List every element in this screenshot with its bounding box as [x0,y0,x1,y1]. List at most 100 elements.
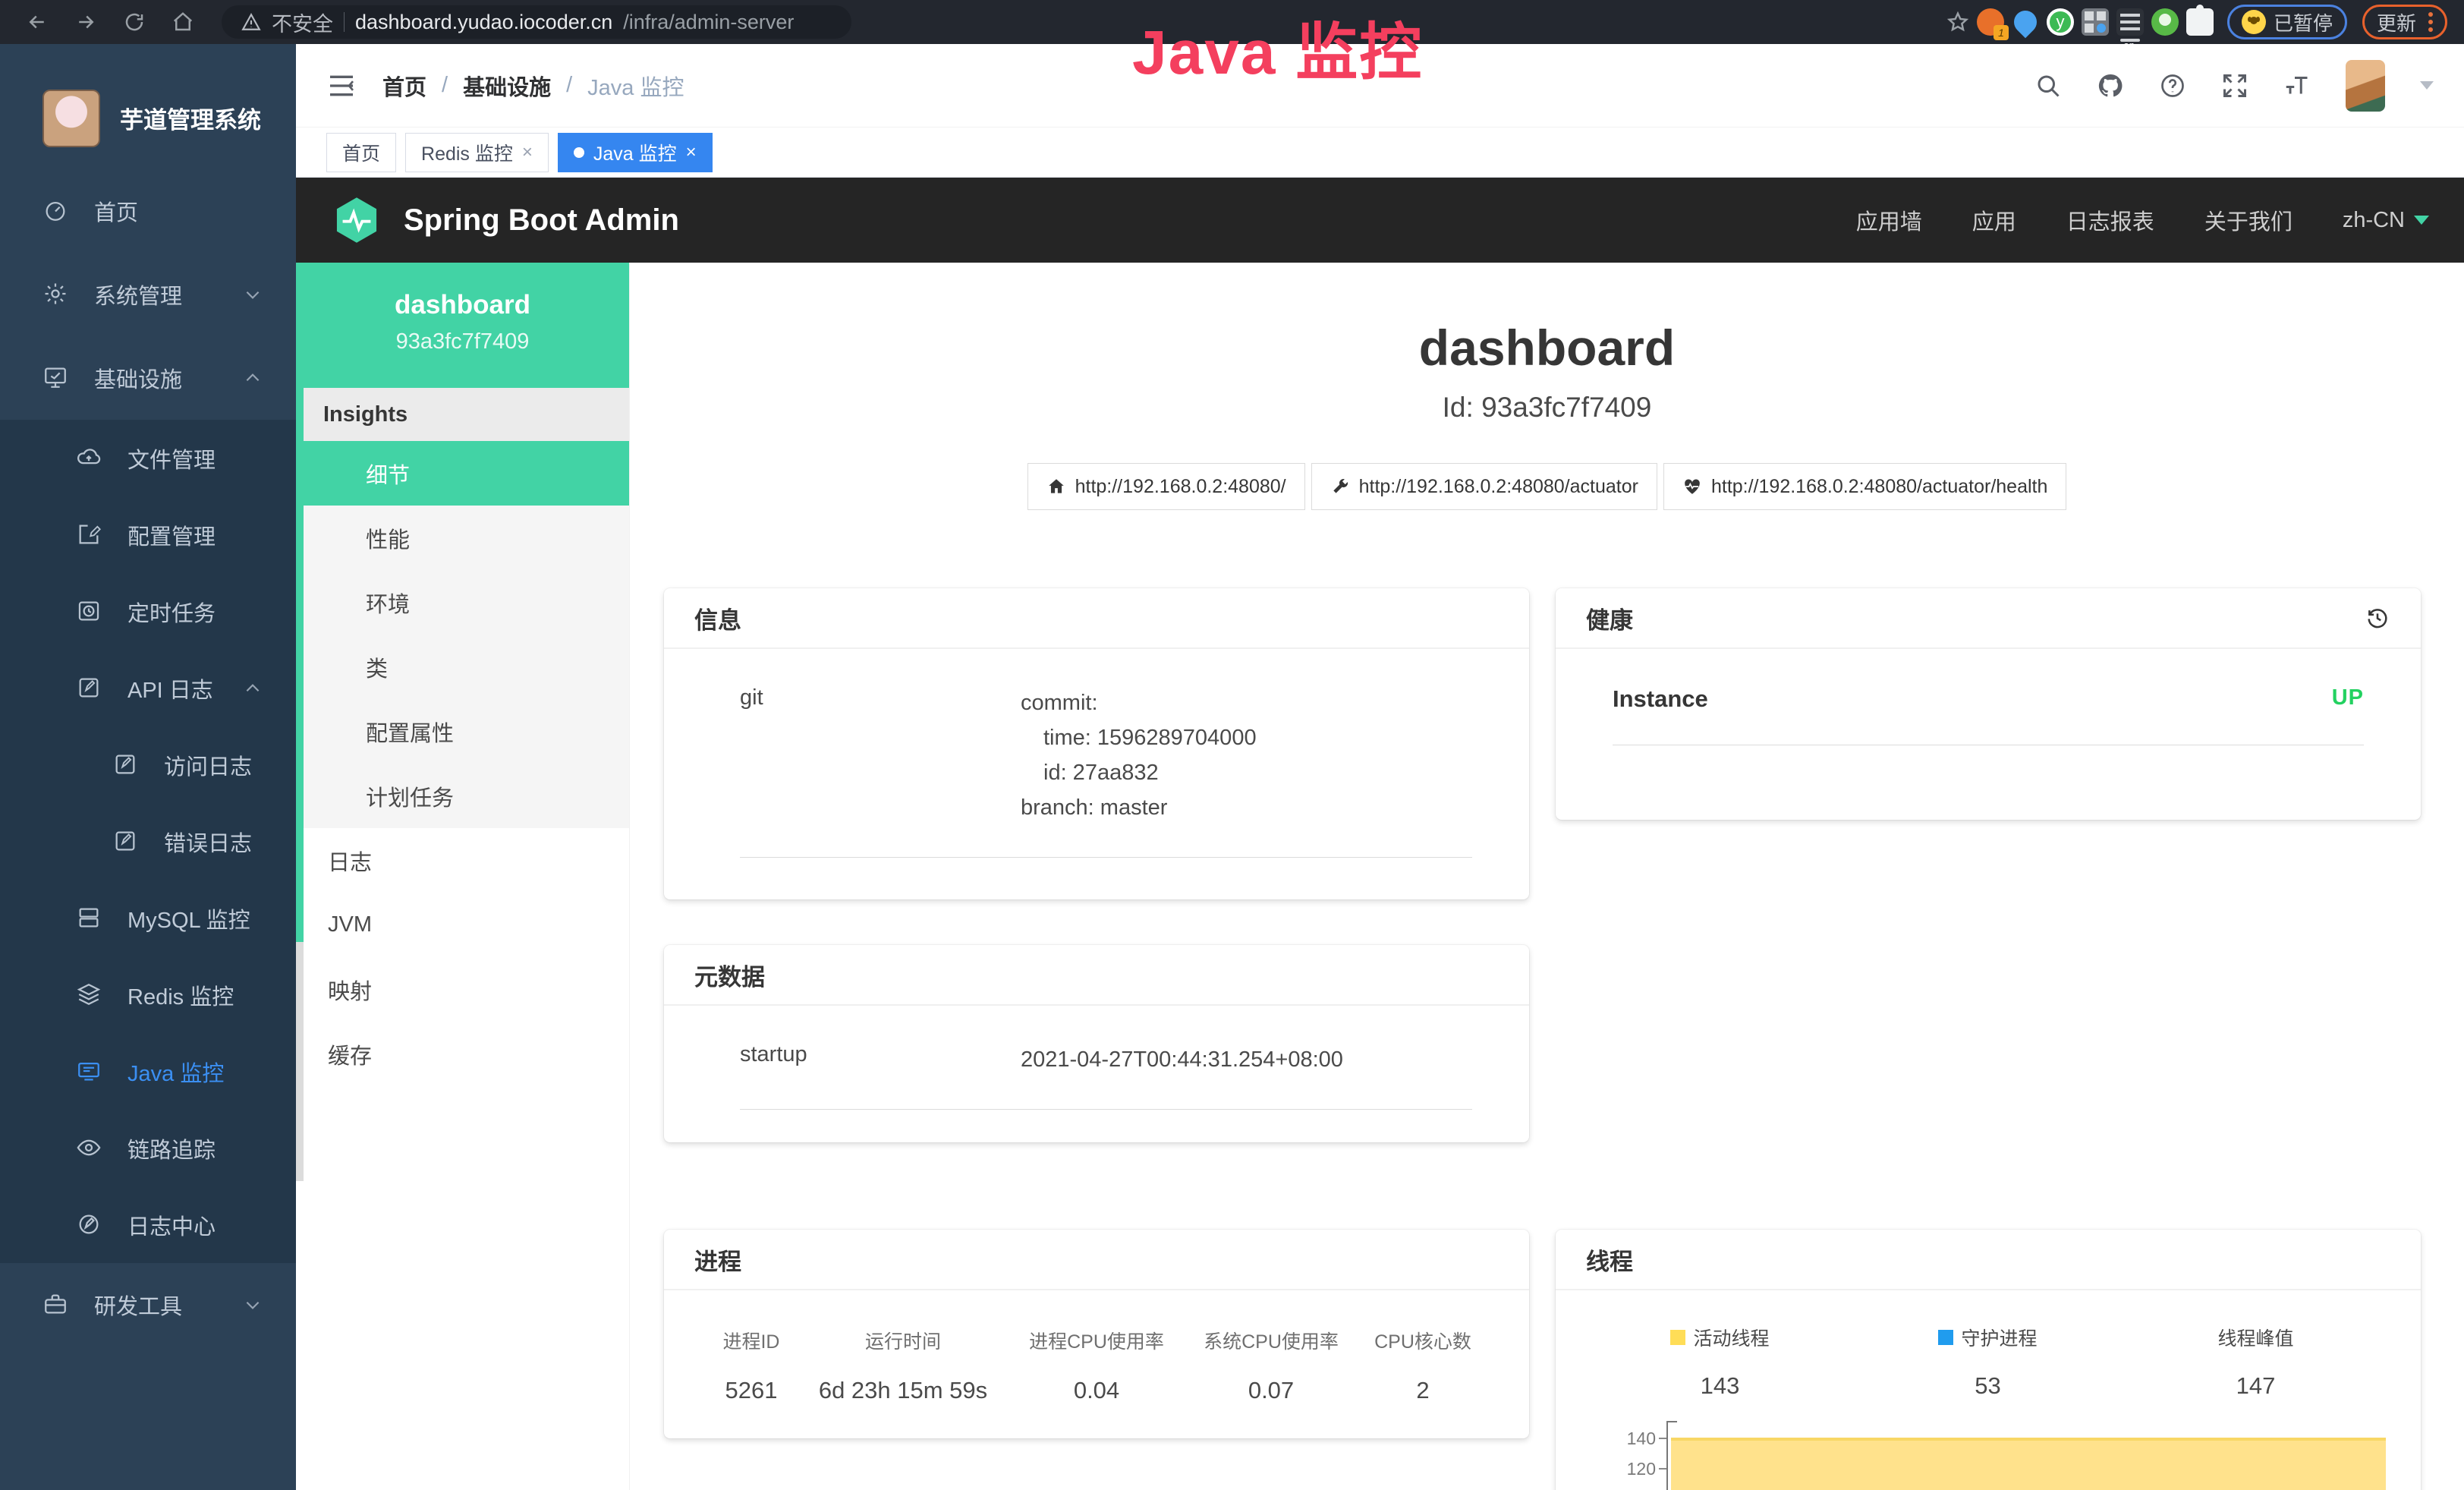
security-label[interactable]: 不安全 [272,8,333,37]
info-value: commit: time: 1596289704000 id: 27aa832 … [1021,685,1257,825]
close-icon[interactable]: × [522,142,533,163]
menu-indicator-strip [296,263,304,1490]
extension-icon-tampermonkey[interactable]: on [2116,8,2144,36]
process-card: 进程 进程ID 运行时间 进程CPU使用率 系统CPU使用率 CPU核心数 52… [664,1230,1529,1438]
instance-header[interactable]: dashboard 93a3fc7f7409 [296,263,629,388]
update-chip[interactable]: 更新 [2362,5,2447,39]
menu-item-config-props[interactable]: 配置属性 [296,699,629,764]
menu-item-caches[interactable]: 缓存 [296,1022,629,1086]
sba-nav-about[interactable]: 关于我们 [2204,204,2292,236]
menu-item-environment[interactable]: 环境 [296,570,629,635]
service-url: http://192.168.0.2:48080/ [1075,476,1286,498]
threads-values: 143 53 147 [1556,1351,2421,1400]
github-icon[interactable] [2097,72,2124,99]
paused-label: 已暂停 [2274,8,2333,36]
bookmark-star-icon[interactable] [1946,11,1969,33]
user-menu-caret-icon[interactable] [2420,81,2434,90]
divider [344,12,345,32]
extension-icon-green[interactable] [2151,8,2179,36]
browser-menu-icon[interactable] [2428,12,2433,32]
extensions-puzzle-icon[interactable] [2186,8,2214,36]
extension-icon-orange[interactable]: 1 [1977,8,2004,36]
menu-item-scheduled-tasks[interactable]: 计划任务 [296,764,629,828]
sidebar-collapse-icon[interactable] [326,71,357,101]
extension-icon-pin[interactable] [2012,8,2039,36]
sidebar-item-access-log[interactable]: 访问日志 [0,726,296,803]
sba-brand-title[interactable]: Spring Boot Admin [404,203,679,238]
close-icon[interactable]: × [686,142,697,163]
history-icon[interactable] [2365,605,2390,631]
sidebar-item-label: 文件管理 [127,443,216,474]
forward-icon[interactable] [65,5,106,39]
home-icon[interactable] [162,5,203,39]
reload-icon[interactable] [114,5,155,39]
threads-legend: 活动线程 守护进程 线程峰值 [1556,1290,2421,1351]
breadcrumb-home[interactable]: 首页 [382,70,426,102]
url-path[interactable]: /infra/admin-server [623,11,794,34]
tab-home[interactable]: 首页 [326,133,396,172]
menu-item-jvm[interactable]: JVM [296,893,629,957]
legend-swatch-blue [1938,1330,1953,1345]
sidebar-submenu-infra: 文件管理 配置管理 定时任务 API 日志 访问日志 [0,420,296,1263]
sidebar-item-system[interactable]: 系统管理 [0,253,296,336]
extension-icon-y[interactable]: y [2047,8,2074,36]
user-avatar[interactable] [2346,60,2385,112]
tab-redis-monitor[interactable]: Redis 监控× [405,133,549,172]
menu-item-details[interactable]: 细节 [296,441,629,506]
profile-paused-chip[interactable]: 已暂停 [2227,5,2347,39]
sidebar-item-devtools[interactable]: 研发工具 [0,1263,296,1347]
sidebar-item-tracing[interactable]: 链路追踪 [0,1110,296,1186]
font-size-icon[interactable] [2283,72,2311,99]
extension-icon-grid[interactable] [2082,8,2109,36]
health-row-instance: Instance UP [1613,685,2364,745]
back-icon[interactable] [17,5,58,39]
sba-header: Spring Boot Admin 应用墙 应用 日志报表 关于我们 zh-CN [296,178,2464,263]
service-url-button[interactable]: http://192.168.0.2:48080/ [1027,463,1305,510]
menu-item-logs[interactable]: 日志 [296,828,629,893]
sba-nav-applications[interactable]: 应用 [1972,204,2016,236]
value-peak-threads: 147 [2122,1372,2390,1400]
chevron-up-icon [243,368,263,388]
tab-label: 首页 [342,139,380,166]
breadcrumb-separator: / [442,73,448,98]
sidebar-item-home[interactable]: 首页 [0,169,296,253]
sidebar-item-java-monitor[interactable]: Java 监控 [0,1033,296,1110]
sidebar-item-label: API 日志 [127,673,213,704]
sidebar-item-label: 系统管理 [94,279,182,310]
value-daemon-threads: 53 [1854,1372,2122,1400]
sba-nav-wallboard[interactable]: 应用墙 [1856,204,1922,236]
wrench-icon [1330,477,1350,496]
sidebar-item-scheduled-jobs[interactable]: 定时任务 [0,573,296,650]
fullscreen-icon[interactable] [2221,72,2248,99]
menu-item-classes[interactable]: 类 [296,635,629,699]
locale-selector[interactable]: zh-CN [2343,208,2429,233]
sidebar-item-file-manage[interactable]: 文件管理 [0,420,296,496]
sidebar-item-config-manage[interactable]: 配置管理 [0,496,296,573]
col-header-pid: 进程ID [694,1327,808,1354]
url-host[interactable]: dashboard.yudao.iocoder.cn [355,11,612,34]
breadcrumb-infra[interactable]: 基础设施 [463,70,551,102]
sidebar-item-mysql-monitor[interactable]: MySQL 监控 [0,880,296,956]
info-row-git: git commit: time: 1596289704000 id: 27aa… [740,685,1472,858]
actuator-url-button[interactable]: http://192.168.0.2:48080/actuator [1311,463,1657,510]
sba-nav-journal[interactable]: 日志报表 [2066,204,2154,236]
menu-item-metrics[interactable]: 性能 [296,506,629,570]
sidebar-item-api-log[interactable]: API 日志 [0,650,296,726]
update-label: 更新 [2377,8,2416,36]
help-icon[interactable] [2159,72,2186,99]
sidebar-item-infra[interactable]: 基础设施 [0,336,296,420]
sidebar-item-error-log[interactable]: 错误日志 [0,803,296,880]
search-icon[interactable] [2034,72,2062,99]
instance-label: Instance [1613,685,1708,713]
health-url-button[interactable]: http://192.168.0.2:48080/actuator/health [1663,463,2066,510]
instance-name: dashboard [296,290,629,320]
extension-on-badge: on [2120,39,2140,42]
app-logo-row[interactable]: 芋道管理系统 [0,44,296,169]
menu-item-mappings[interactable]: 映射 [296,957,629,1022]
actuator-url: http://192.168.0.2:48080/actuator [1359,476,1638,498]
address-bar[interactable]: 不安全 dashboard.yudao.iocoder.cn/infra/adm… [222,5,851,39]
sidebar-item-redis-monitor[interactable]: Redis 监控 [0,956,296,1033]
tab-java-monitor[interactable]: Java 监控× [558,133,713,172]
sidebar-item-label: Redis 监控 [127,979,234,1011]
sidebar-item-log-center[interactable]: 日志中心 [0,1186,296,1263]
